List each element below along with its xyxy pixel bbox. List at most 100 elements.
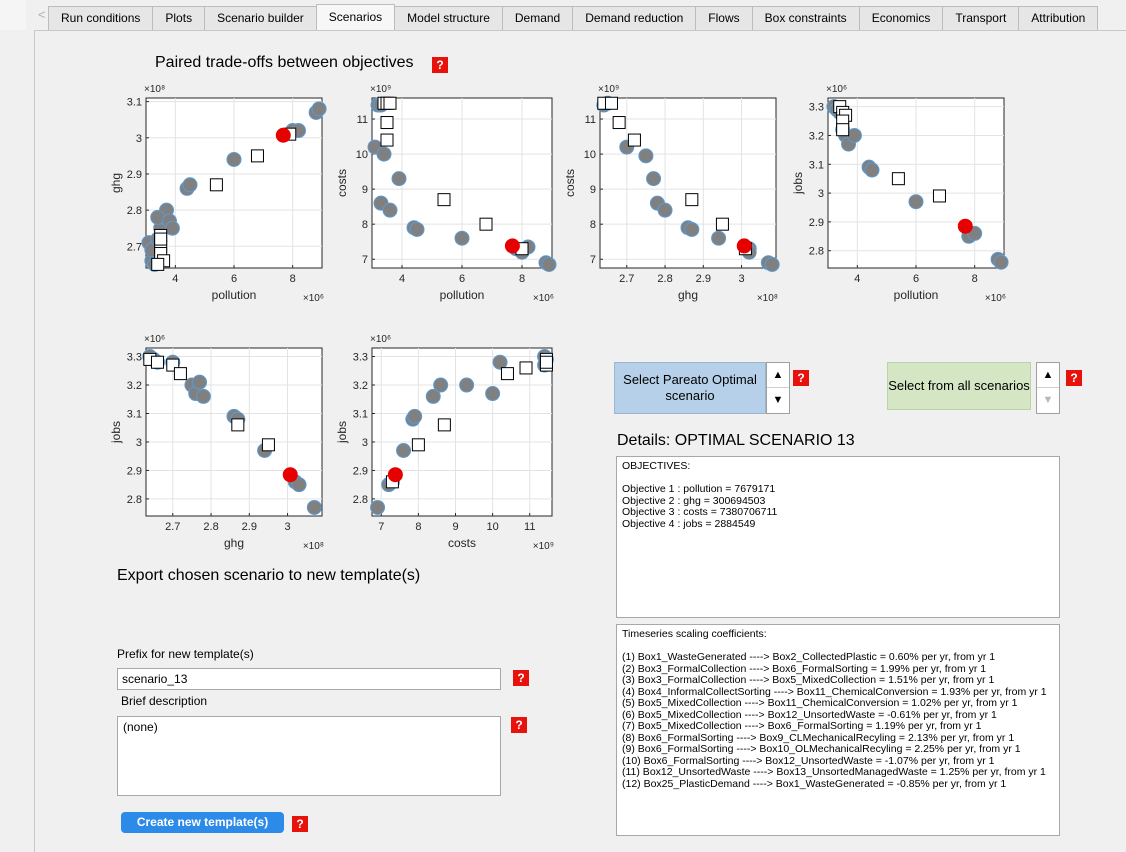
tab-scroll-left-icon[interactable]: < [38, 7, 46, 22]
objectives-line: Objective 4 : jobs = 2884549 [622, 517, 756, 530]
x-tick-label: 2.8 [203, 521, 218, 533]
prefix-help-button[interactable]: ? [513, 670, 529, 686]
scenario-square-marker [250, 149, 264, 163]
create-template-button[interactable]: Create new template(s) [121, 812, 284, 833]
y-tick-label: 3.1 [127, 408, 142, 420]
y-tick-label: 3.1 [353, 408, 368, 420]
y-tick-label: 11 [585, 114, 596, 126]
y-tick-label: 2.9 [127, 169, 142, 181]
x-tick-label: 6 [913, 273, 919, 285]
scenario-square-marker [173, 367, 187, 381]
scenario-square-marker [627, 133, 641, 147]
x-exponent-label: ×10⁶ [303, 293, 324, 304]
pareto-help-button[interactable]: ? [793, 370, 809, 386]
x-tick-label: 3 [739, 273, 745, 285]
y-tick-label: 2.9 [809, 217, 824, 229]
scenario-square-marker [150, 355, 164, 369]
prefix-input[interactable] [117, 668, 501, 690]
scenario-square-marker [932, 189, 946, 203]
x-exponent-label: ×10⁶ [985, 293, 1006, 304]
scenario-square-marker [151, 257, 165, 271]
pareto-point [711, 230, 727, 246]
pareto-spinner-up-icon[interactable]: ▲ [767, 363, 789, 388]
timeseries-textbox[interactable]: Timeseries scaling coefficients: (1) Box… [616, 624, 1060, 836]
y-tick-label: 11 [357, 114, 368, 126]
pareto-point [993, 254, 1009, 270]
details-title: Details: OPTIMAL SCENARIO 13 [617, 432, 855, 449]
y-tick-label: 7 [590, 254, 596, 266]
timeseries-line: (12) Box25_PlasticDemand ----> Box1_Wast… [622, 777, 1007, 790]
x-tick-label: 10 [486, 521, 498, 533]
all-spinner-down-icon[interactable]: ▼ [1037, 388, 1059, 412]
scenario-square-marker [437, 193, 451, 207]
y-exponent-label: ×10⁹ [598, 84, 619, 95]
tab-run-conditions[interactable]: Run conditions [48, 6, 154, 30]
x-tick-label: 6 [231, 273, 237, 285]
pareto-point [311, 101, 327, 117]
create-help-button[interactable]: ? [292, 816, 308, 832]
y-tick-label: 3.1 [809, 159, 824, 171]
scenario-square-marker [891, 172, 905, 186]
y-tick-label: 8 [362, 219, 368, 231]
description-help-button[interactable]: ? [511, 717, 527, 733]
tab-box-constraints[interactable]: Box constraints [751, 6, 860, 30]
tab-demand[interactable]: Demand [501, 6, 574, 30]
x-tick-label: 8 [290, 273, 296, 285]
scenario-square-marker [685, 193, 699, 207]
pareto-spinner-down-icon[interactable]: ▼ [767, 388, 789, 412]
tab-transport[interactable]: Transport [942, 6, 1020, 30]
tab-scenario-builder[interactable]: Scenario builder [204, 6, 317, 30]
heading-help-button[interactable]: ? [432, 57, 448, 73]
y-tick-label: 3 [136, 133, 142, 145]
tab-attribution[interactable]: Attribution [1018, 6, 1099, 30]
description-label: Brief description [121, 694, 208, 708]
scenario-square-marker [519, 361, 533, 375]
pareto-point [908, 194, 924, 210]
tab-scenarios[interactable]: Scenarios [315, 4, 396, 30]
y-tick-label: 3.2 [809, 130, 824, 142]
y-tick-label: 3.1 [127, 97, 142, 109]
plot-costs-vs-pollution: 4 6 8 11 10 9 8 7 pollution costs ×10⁶ ×10⁹ [335, 84, 557, 304]
tab-model-structure[interactable]: Model structure [394, 6, 503, 30]
x-tick-label: 8 [519, 273, 525, 285]
x-tick-label: 3 [285, 521, 291, 533]
y-tick-label: 10 [356, 149, 368, 161]
pareto-point [376, 146, 392, 162]
all-spinner-up-icon[interactable]: ▲ [1037, 363, 1059, 388]
scenario-square-marker [383, 96, 397, 110]
x-tick-label: 7 [378, 521, 384, 533]
tab-economics[interactable]: Economics [858, 6, 944, 30]
pareto-point [638, 148, 654, 164]
tab-flows[interactable]: Flows [695, 6, 753, 30]
x-tick-label: 8 [972, 273, 978, 285]
scenario-square-marker [539, 355, 553, 369]
timeseries-line: (5) Box5_MixedCollection ----> Box11_Che… [622, 697, 1018, 709]
y-axis-label: ghg [109, 173, 123, 193]
all-help-button[interactable]: ? [1066, 370, 1082, 386]
pareto-point [226, 151, 242, 167]
objectives-line: Objective 1 : pollution = 7679171 [622, 483, 776, 495]
x-axis-label: ghg [224, 536, 244, 550]
select-from-all-button[interactable]: Select from all scenarios [887, 362, 1031, 410]
scenario-square-marker [209, 178, 223, 192]
selected-scenario-point [504, 238, 520, 254]
select-pareto-optimal-button[interactable]: Select Pareato Optimal scenario [614, 362, 766, 414]
description-textarea[interactable]: (none) [117, 716, 501, 796]
pareto-point [164, 220, 180, 236]
all-spinner[interactable]: ▲ ▼ [1036, 362, 1060, 414]
y-axis-label: jobs [335, 421, 349, 444]
pareto-point [182, 177, 198, 193]
scenario-square-marker [479, 217, 493, 231]
pareto-spinner[interactable]: ▲ ▼ [766, 362, 790, 414]
y-exponent-label: ×10⁶ [370, 334, 391, 345]
select-pareto-optimal-label: Select Pareato Optimal scenario [623, 372, 757, 403]
tab-demand-reduction[interactable]: Demand reduction [572, 6, 697, 30]
y-tick-label: 9 [362, 184, 368, 196]
x-tick-label: 4 [399, 273, 405, 285]
objectives-textbox[interactable]: OBJECTIVES: Objective 1 : pollution = 76… [616, 456, 1060, 618]
y-exponent-label: ×10⁸ [144, 84, 165, 95]
x-tick-label: 2.7 [165, 521, 180, 533]
y-tick-label: 2.9 [127, 465, 142, 477]
tab-plots[interactable]: Plots [152, 6, 206, 30]
x-tick-label: 4 [854, 273, 860, 285]
